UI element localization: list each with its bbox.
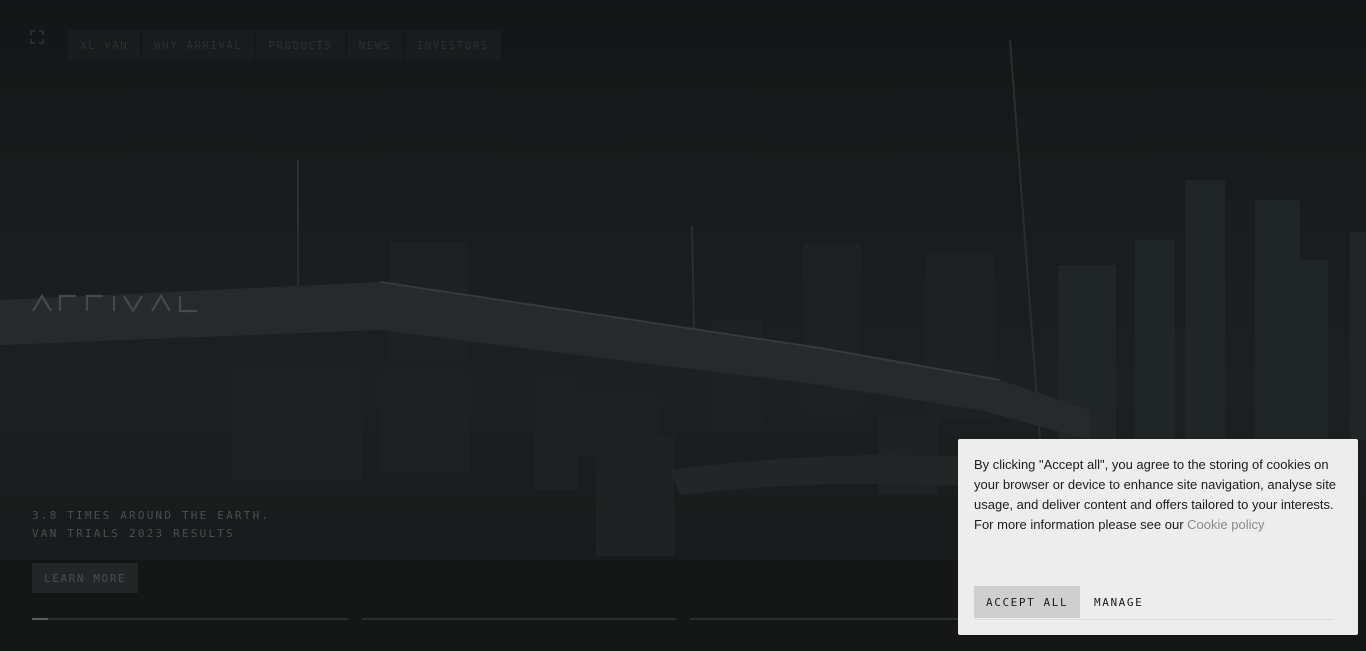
nav-item-investors[interactable]: INVESTORS	[404, 30, 501, 60]
cookie-banner-divider	[974, 619, 1334, 620]
hero-headline-line-1: 3.8 TIMES AROUND THE EARTH.	[32, 509, 271, 522]
slide-progress-3[interactable]	[690, 618, 1004, 620]
slide-progress-1-fill	[32, 618, 48, 620]
hero-headline: 3.8 TIMES AROUND THE EARTH. VAN TRIALS 2…	[32, 507, 270, 543]
cookie-banner-text: By clicking "Accept all", you agree to t…	[974, 455, 1346, 535]
hero-headline-line-2: VAN TRIALS 2023 RESULTS	[32, 527, 235, 540]
top-navigation: XL VAN WHY ARRIVAL PRODUCTS NEWS INVESTO…	[30, 30, 501, 60]
expand-icon	[30, 30, 44, 44]
nav-item-why-arrival[interactable]: WHY ARRIVAL	[142, 30, 255, 60]
cookie-banner: By clicking "Accept all", you agree to t…	[958, 439, 1358, 635]
menu-button[interactable]	[30, 30, 66, 60]
cookie-banner-message: By clicking "Accept all", you agree to t…	[974, 457, 1337, 532]
slide-progress-2[interactable]	[362, 618, 676, 620]
manage-button[interactable]: MANAGE	[1094, 596, 1143, 609]
cookie-policy-link[interactable]: Cookie policy	[1187, 517, 1264, 532]
nav-item-products[interactable]: PRODUCTS	[256, 30, 345, 60]
slide-progress-1[interactable]	[32, 618, 348, 620]
accept-all-button[interactable]: ACCEPT ALL	[974, 586, 1081, 618]
nav-item-xl-van[interactable]: XL VAN	[68, 30, 141, 60]
nav-item-news[interactable]: NEWS	[346, 30, 403, 60]
learn-more-button[interactable]: LEARN MORE	[32, 563, 139, 593]
